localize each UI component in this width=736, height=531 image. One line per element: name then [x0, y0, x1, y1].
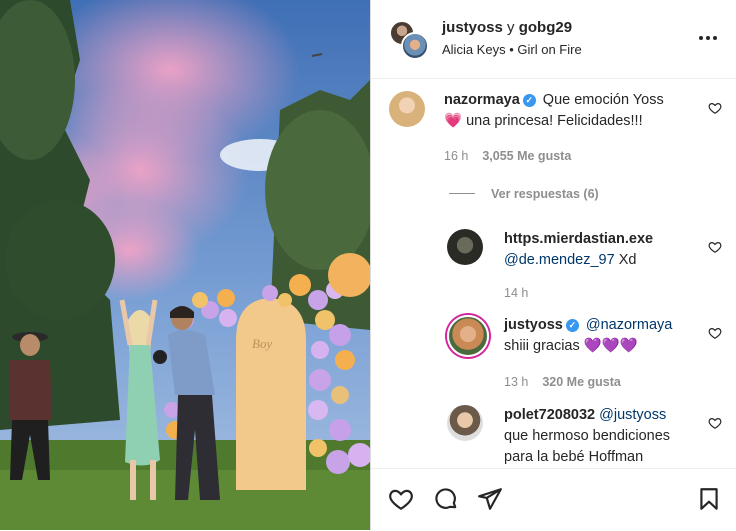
like-comment-icon[interactable] [708, 101, 722, 115]
comment-username[interactable]: nazormaya [444, 92, 520, 108]
comment-body: nazormaya ✓ Que emoción Yoss 💗 una prince… [444, 90, 704, 132]
share-icon[interactable] [477, 486, 503, 512]
comment-icon[interactable] [433, 486, 459, 512]
avatar-user2[interactable] [401, 32, 429, 60]
comment-text: que hermoso bendiciones [504, 428, 671, 444]
like-comment-icon[interactable] [708, 240, 722, 254]
comment-mention[interactable]: @justyoss [599, 407, 666, 423]
comment-meta: 14 h [504, 286, 528, 300]
comment-meta: 13 h 320 Me gusta [504, 375, 621, 389]
collab-avatars[interactable] [389, 20, 429, 60]
comment-likes[interactable]: 3,055 Me gusta [482, 149, 571, 163]
comment-text: Que emoción Yoss [542, 92, 664, 108]
comments-list[interactable]: nazormaya ✓ Que emoción Yoss 💗 una prince… [371, 79, 736, 468]
post-photo[interactable]: Boy [0, 0, 370, 530]
post-actions-bar [371, 468, 736, 531]
comment-username[interactable]: https.mierdastian.exe [504, 231, 653, 247]
like-comment-icon[interactable] [708, 326, 722, 340]
comment-mention[interactable]: @nazormaya [586, 317, 672, 333]
replies-line [449, 193, 475, 194]
comment-time[interactable]: 14 h [504, 286, 528, 300]
comment-username[interactable]: polet7208032 [504, 407, 595, 423]
avatar[interactable] [447, 315, 489, 357]
comment-text-2: para la bebé Hoffman [504, 449, 644, 465]
purple-hearts-emoji: 💜💜💜 [583, 338, 638, 354]
comment-text: shiii gracias [504, 338, 580, 354]
heart-icon[interactable] [388, 486, 414, 512]
post-header: justyoss y gobg29 Alicia Keys • Girl on … [371, 0, 736, 79]
comment-text: Xd [618, 252, 637, 268]
photo-illustration: Boy [0, 0, 370, 530]
author-username-2[interactable]: gobg29 [519, 19, 572, 36]
song-artist: Alicia Keys [442, 42, 506, 57]
comment-time[interactable]: 13 h [504, 375, 528, 389]
author-username-1[interactable]: justyoss [442, 19, 503, 36]
comment-time[interactable]: 16 h [444, 149, 468, 163]
sign-text: Boy [252, 336, 272, 351]
author-connector: y [507, 19, 515, 36]
comment-username[interactable]: justyoss [504, 317, 563, 333]
comment-mention[interactable]: @de.mendez_97 [504, 252, 615, 268]
bookmark-icon[interactable] [696, 486, 722, 512]
more-horizontal-icon[interactable] [698, 28, 718, 52]
avatar[interactable] [389, 91, 425, 127]
comment-likes[interactable]: 320 Me gusta [542, 375, 621, 389]
avatar[interactable] [447, 405, 483, 441]
post-authors: justyoss y gobg29 [442, 19, 572, 36]
audio-info[interactable]: Alicia Keys • Girl on Fire [442, 42, 582, 57]
verified-badge-icon: ✓ [522, 94, 536, 107]
avatar[interactable] [447, 229, 483, 265]
heart-emoji: 💗 [444, 113, 463, 129]
comment-text-2: una princesa! Felicidades!!! [466, 113, 643, 129]
comment-meta: 16 h 3,055 Me gusta [444, 149, 571, 163]
comment-body: justyoss ✓ @nazormaya shiii gracias 💜💜💜 [504, 315, 714, 357]
song-separator: • [509, 42, 514, 57]
verified-badge-icon: ✓ [565, 319, 579, 332]
view-replies-label: Ver respuestas (6) [491, 187, 599, 201]
view-replies-button[interactable]: Ver respuestas (6) [449, 187, 599, 201]
song-title: Girl on Fire [517, 42, 582, 57]
post-panel: justyoss y gobg29 Alicia Keys • Girl on … [370, 0, 736, 530]
comment-body: polet7208032 @justyoss que hermoso bendi… [504, 405, 719, 468]
like-comment-icon[interactable] [708, 416, 722, 430]
comment-body: https.mierdastian.exe @de.mendez_97 Xd [504, 229, 714, 271]
